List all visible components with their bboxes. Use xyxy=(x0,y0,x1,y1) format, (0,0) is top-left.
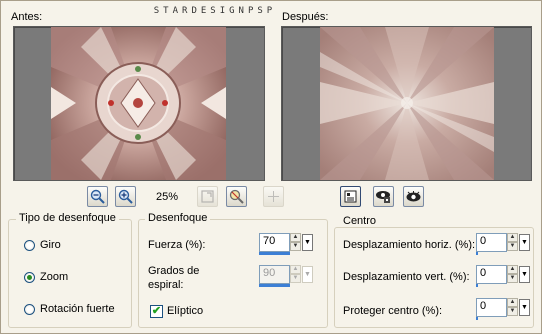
fit-window-icon xyxy=(201,190,214,203)
h-offset-slider-bar[interactable] xyxy=(476,252,478,255)
radio-giro[interactable] xyxy=(24,240,35,251)
strength-label: Fuerza (%): xyxy=(148,239,206,251)
before-label: Antes: xyxy=(11,11,43,23)
h-offset-label: Desplazamiento horiz. (%): xyxy=(343,239,476,251)
lock-preview-icon xyxy=(376,191,390,203)
zoom-out-icon xyxy=(90,189,105,204)
protect-center-input[interactable]: 0 xyxy=(476,298,507,317)
radio-rotacion-fuerte[interactable] xyxy=(24,304,35,315)
zoom-out-button[interactable] xyxy=(87,186,108,207)
spiral-down-arrow[interactable]: ▼ xyxy=(290,274,301,283)
spiral-slider-bar[interactable] xyxy=(259,284,290,287)
move-icon xyxy=(268,191,279,202)
spiral-label-line2: espiral: xyxy=(148,279,184,291)
preview-zoom-button[interactable] xyxy=(226,186,247,207)
strength-down-arrow[interactable]: ▼ xyxy=(290,242,301,251)
lock-preview-button[interactable] xyxy=(373,186,394,207)
h-offset-down-arrow[interactable]: ▼ xyxy=(507,242,518,251)
v-offset-label: Desplazamiento vert. (%): xyxy=(343,271,470,283)
v-offset-dropdown-arrow[interactable]: ▼ xyxy=(519,266,530,283)
spiral-dropdown-arrow[interactable]: ▼ xyxy=(302,266,313,283)
v-offset-input[interactable]: 0 xyxy=(476,265,507,284)
fit-window-button[interactable] xyxy=(197,186,218,207)
proof-button[interactable] xyxy=(340,186,361,207)
v-offset-slider-bar[interactable] xyxy=(476,284,478,287)
center-title: Centro xyxy=(340,215,380,227)
spiral-up-arrow[interactable]: ▲ xyxy=(290,265,301,274)
v-offset-spinner[interactable]: 0 ▲ ▼ ▼ xyxy=(476,265,531,287)
protect-center-down-arrow[interactable]: ▼ xyxy=(507,307,518,316)
strength-dropdown-arrow[interactable]: ▼ xyxy=(302,234,313,251)
eye-icon xyxy=(406,191,421,202)
move-button[interactable] xyxy=(263,186,284,207)
strength-spinner[interactable]: 70 ▲ ▼ ▼ xyxy=(259,233,314,255)
zoom-in-button[interactable] xyxy=(115,186,136,207)
strength-up-arrow[interactable]: ▲ xyxy=(290,233,301,242)
h-offset-dropdown-arrow[interactable]: ▼ xyxy=(519,234,530,251)
strength-slider-bar[interactable] xyxy=(259,252,290,255)
protect-center-up-arrow[interactable]: ▲ xyxy=(507,298,518,307)
v-offset-up-arrow[interactable]: ▲ xyxy=(507,265,518,274)
zoom-level: 25% xyxy=(156,191,179,203)
zoom-in-icon xyxy=(118,189,133,204)
protect-center-slider-bar[interactable] xyxy=(476,317,478,320)
proof-icon xyxy=(344,190,357,203)
spiral-input[interactable]: 90 xyxy=(259,265,290,284)
spiral-label-line1: Grados de xyxy=(148,265,200,277)
v-offset-down-arrow[interactable]: ▼ xyxy=(507,274,518,283)
blur-type-title: Tipo de desenfoque xyxy=(16,212,119,224)
protect-center-dropdown-arrow[interactable]: ▼ xyxy=(519,299,530,316)
elliptic-label[interactable]: Elíptico xyxy=(167,305,203,317)
h-offset-spinner[interactable]: 0 ▲ ▼ ▼ xyxy=(476,233,531,255)
after-image xyxy=(320,27,494,180)
strength-input[interactable]: 70 xyxy=(259,233,290,252)
spiral-spinner[interactable]: 90 ▲ ▼ ▼ xyxy=(259,265,314,287)
eye-button[interactable] xyxy=(403,186,424,207)
h-offset-input[interactable]: 0 xyxy=(476,233,507,252)
preview-zoom-icon xyxy=(229,189,244,204)
blur-title: Desenfoque xyxy=(145,212,211,224)
radio-zoom-label[interactable]: Zoom xyxy=(40,271,68,283)
before-preview[interactable] xyxy=(13,26,265,181)
radio-giro-label[interactable]: Giro xyxy=(40,239,61,251)
after-preview[interactable] xyxy=(281,26,532,181)
protect-center-spinner[interactable]: 0 ▲ ▼ ▼ xyxy=(476,298,531,320)
before-image xyxy=(51,27,226,180)
after-label: Después: xyxy=(282,11,329,23)
radio-rotacion-fuerte-label[interactable]: Rotación fuerte xyxy=(40,303,115,315)
radio-zoom[interactable] xyxy=(24,272,35,283)
elliptic-checkbox[interactable]: ✔ xyxy=(150,305,163,318)
protect-center-label: Proteger centro (%): xyxy=(343,305,443,317)
h-offset-up-arrow[interactable]: ▲ xyxy=(507,233,518,242)
